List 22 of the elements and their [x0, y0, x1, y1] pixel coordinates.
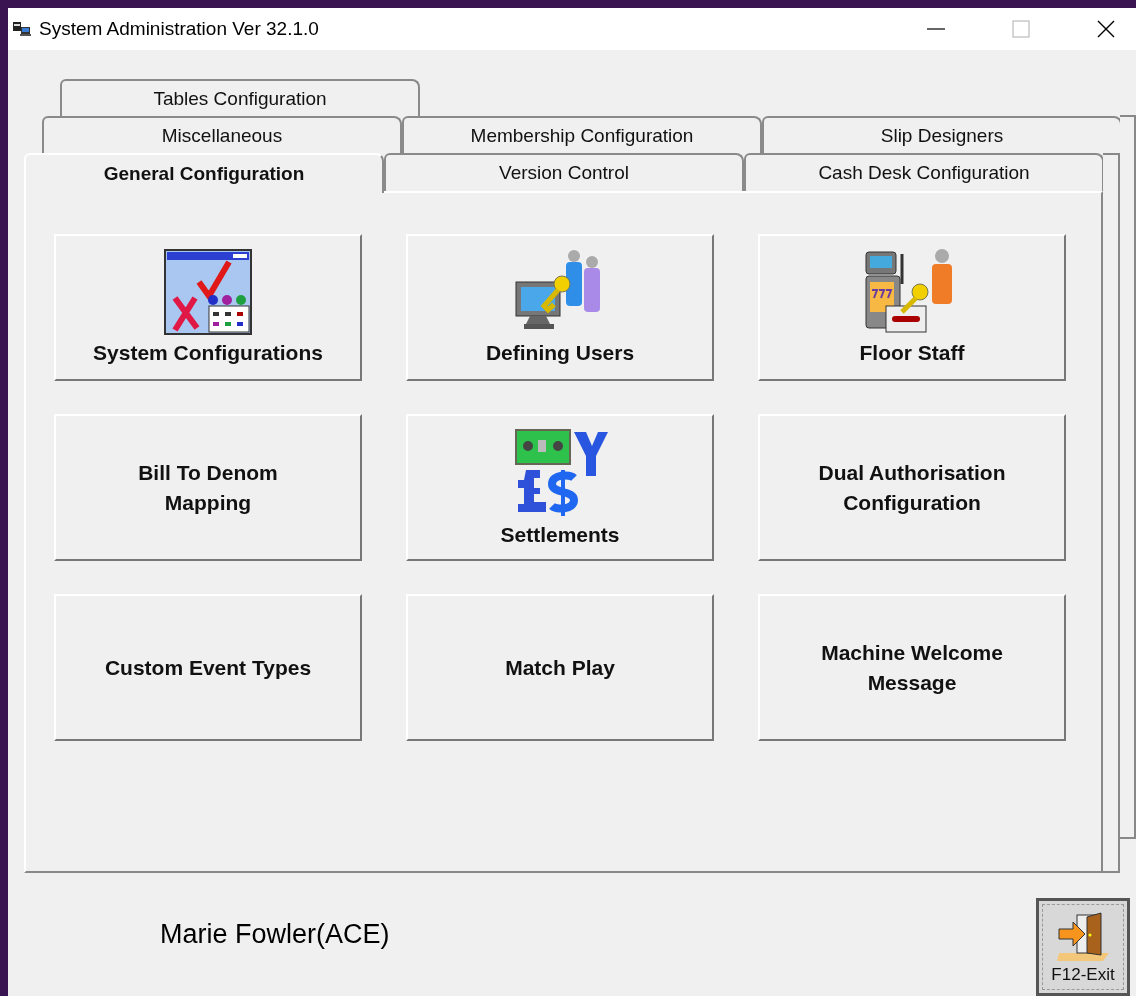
user-name: Marie Fowler(ACE): [160, 919, 390, 950]
computer-icon: [13, 21, 31, 37]
tab[interactable]: Tables Configuration: [60, 79, 420, 116]
window-title: System Administration Ver 32.1.0: [39, 18, 319, 40]
configuration-button[interactable]: Settlements: [406, 414, 714, 561]
configuration-button[interactable]: Floor Staff: [758, 234, 1066, 381]
exit-button[interactable]: F12-Exit: [1036, 897, 1130, 996]
configuration-button[interactable]: Match Play: [406, 594, 714, 741]
close-icon[interactable]: [1096, 19, 1116, 39]
tab[interactable]: Version Control: [384, 153, 744, 191]
configuration-button[interactable]: Defining Users: [406, 234, 714, 381]
settings-window-icon: [163, 247, 253, 336]
tab[interactable]: Slip Designers: [762, 116, 1122, 153]
tab[interactable]: Miscellaneous: [42, 116, 402, 153]
configuration-button[interactable]: Custom Event Types: [54, 594, 362, 741]
configuration-button[interactable]: Dual Authorisation Configuration: [758, 414, 1066, 561]
tab[interactable]: Membership Configuration: [402, 116, 762, 153]
configuration-button[interactable]: System Configurations: [54, 234, 362, 381]
configuration-button[interactable]: Machine Welcome Message: [758, 594, 1066, 741]
configuration-button[interactable]: Bill To Denom Mapping: [54, 414, 362, 561]
tab[interactable]: Cash Desk Configuration: [744, 153, 1104, 191]
tab[interactable]: General Configuration: [24, 153, 384, 193]
